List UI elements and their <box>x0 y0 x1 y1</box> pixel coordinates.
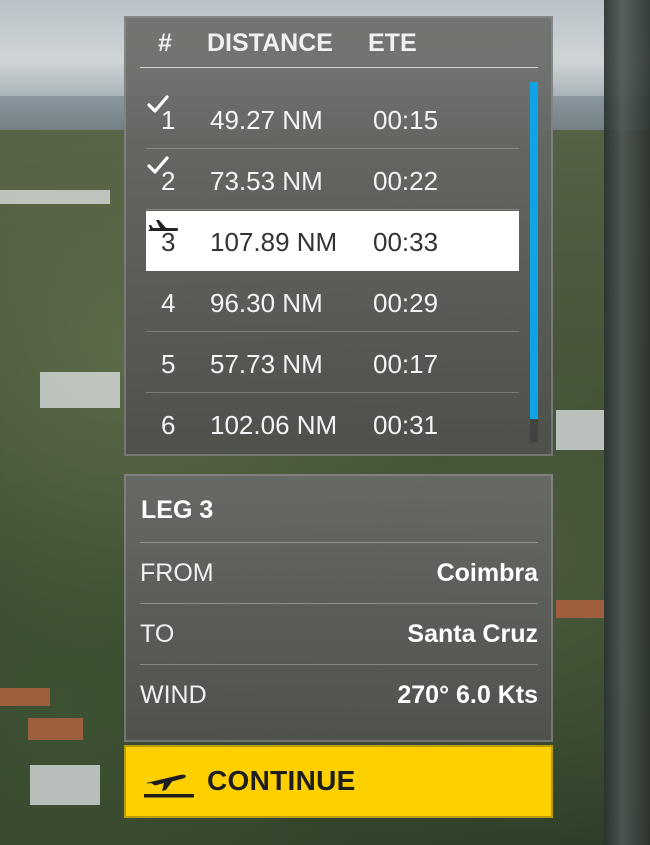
scrollbar-thumb[interactable] <box>530 82 538 419</box>
leg-ete: 00:29 <box>373 288 439 318</box>
building <box>0 190 110 204</box>
building <box>556 410 604 450</box>
leg-ete: 00:15 <box>373 105 439 135</box>
leg-details-panel: LEG 3 FROM Coimbra TO Santa Cruz WIND 27… <box>124 474 553 742</box>
leg-number: 6 <box>161 410 176 440</box>
header-ete: ETE <box>368 29 417 57</box>
takeoff-icon <box>144 774 194 798</box>
row-divider <box>140 603 538 604</box>
to-row: TO Santa Cruz <box>140 603 538 663</box>
table-row-leg-3-selected[interactable]: 3 107.89 NM 00:33 <box>146 211 519 271</box>
side-panel-edge <box>604 0 650 845</box>
leg-ete: 00:31 <box>373 410 439 440</box>
leg-number: 3 <box>161 227 176 257</box>
leg-number: 5 <box>161 349 176 379</box>
row-divider <box>146 331 519 332</box>
legs-table-panel: # DISTANCE ETE 1 49.27 NM 00:15 2 73.53 … <box>124 16 553 456</box>
building <box>30 765 100 805</box>
leg-distance: 96.30 NM <box>210 288 323 318</box>
from-value: Coimbra <box>436 559 538 587</box>
leg-distance: 57.73 NM <box>210 349 323 379</box>
building-roof <box>0 688 50 706</box>
leg-distance: 49.27 NM <box>210 105 323 135</box>
header-number: # <box>158 29 172 57</box>
from-label: FROM <box>140 559 214 587</box>
wind-label: WIND <box>140 681 207 709</box>
leg-distance: 107.89 NM <box>210 227 338 257</box>
continue-label: CONTINUE <box>207 765 356 796</box>
leg-number: 4 <box>161 288 176 318</box>
leg-distance: 73.53 NM <box>210 166 323 196</box>
to-value: Santa Cruz <box>407 620 538 648</box>
wind-row: WIND 270° 6.0 Kts <box>140 664 538 724</box>
leg-ete: 00:22 <box>373 166 439 196</box>
wind-value: 270° 6.0 Kts <box>397 681 538 709</box>
table-header: # DISTANCE ETE <box>124 16 553 68</box>
leg-number: 2 <box>161 166 176 196</box>
leg-number: 1 <box>161 105 176 135</box>
to-label: TO <box>140 620 175 648</box>
building-roof <box>556 600 604 618</box>
header-divider <box>140 67 538 68</box>
row-divider <box>140 664 538 665</box>
table-row-leg-2[interactable]: 2 73.53 NM 00:22 <box>146 150 519 210</box>
building-roof <box>28 718 83 740</box>
leg-title: LEG 3 <box>141 496 214 524</box>
continue-button[interactable]: CONTINUE <box>124 745 553 818</box>
leg-distance: 102.06 NM <box>210 410 338 440</box>
table-row-leg-1[interactable]: 1 49.27 NM 00:15 <box>146 89 519 149</box>
leg-ete: 00:17 <box>373 349 439 379</box>
table-row-leg-4[interactable]: 4 96.30 NM 00:29 <box>146 272 519 332</box>
leg-ete: 00:33 <box>373 227 439 257</box>
from-row: FROM Coimbra <box>140 542 538 602</box>
row-divider <box>146 148 519 149</box>
table-row-leg-6[interactable]: 6 102.06 NM 00:31 <box>146 394 519 454</box>
row-divider <box>140 542 538 543</box>
header-distance: DISTANCE <box>207 29 333 57</box>
row-divider <box>146 209 519 210</box>
row-divider <box>146 392 519 393</box>
table-row-leg-5[interactable]: 5 57.73 NM 00:17 <box>146 333 519 393</box>
building <box>40 372 120 408</box>
